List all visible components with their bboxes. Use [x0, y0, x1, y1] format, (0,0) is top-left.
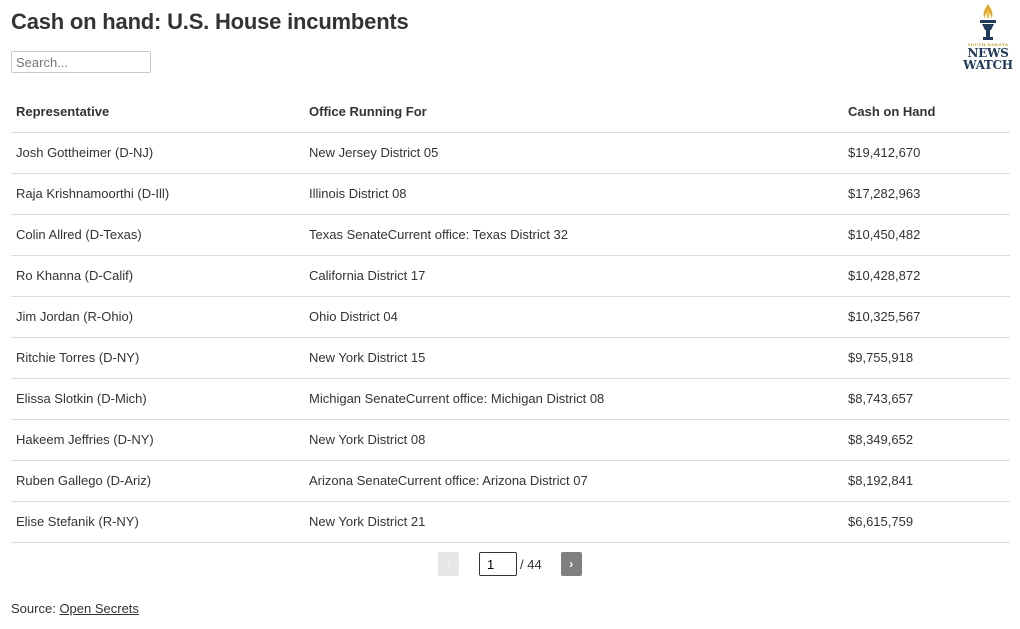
cell-office: Ohio District 04: [304, 296, 843, 338]
news-watch-logo: SOUTH DAKOTA NEWS WATCH: [960, 3, 1016, 75]
cell-office: Michigan SenateCurrent office: Michigan …: [304, 378, 843, 420]
cell-representative: Raja Krishnamoorthi (D-Ill): [11, 173, 304, 215]
cell-representative: Ruben Gallego (D-Ariz): [11, 460, 304, 502]
cell-representative: Elissa Slotkin (D-Mich): [11, 378, 304, 420]
table-row: Ro Khanna (D-Calif) California District …: [11, 255, 1010, 297]
cell-cash: $10,428,872: [843, 255, 1010, 297]
cell-representative: Hakeem Jeffries (D-NY): [11, 419, 304, 461]
cell-office: New York District 21: [304, 501, 843, 543]
table-row: Josh Gottheimer (D-NJ) New Jersey Distri…: [11, 132, 1010, 174]
cell-representative: Colin Allred (D-Texas): [11, 214, 304, 256]
cell-cash: $8,349,652: [843, 419, 1010, 461]
torch-icon: [980, 4, 996, 40]
table-row: Elise Stefanik (R-NY) New York District …: [11, 501, 1010, 543]
table-row: Colin Allred (D-Texas) Texas SenateCurre…: [11, 214, 1010, 256]
cell-cash: $8,743,657: [843, 378, 1010, 420]
table-row: Ruben Gallego (D-Ariz) Arizona SenateCur…: [11, 460, 1010, 502]
cell-cash: $9,755,918: [843, 337, 1010, 379]
page-number-input[interactable]: [479, 552, 517, 576]
source-label: Source:: [11, 601, 56, 616]
header-representative[interactable]: Representative: [11, 92, 304, 133]
cell-office: New York District 15: [304, 337, 843, 379]
next-page-button[interactable]: ›: [560, 552, 582, 576]
cash-table: Representative Office Running For Cash o…: [11, 92, 1010, 543]
cell-representative: Jim Jordan (R-Ohio): [11, 296, 304, 338]
cell-cash: $8,192,841: [843, 460, 1010, 502]
header-office[interactable]: Office Running For: [304, 92, 843, 133]
source-note: Source: Open Secrets: [11, 601, 139, 616]
cell-office: New Jersey District 05: [304, 132, 843, 174]
cell-office: Arizona SenateCurrent office: Arizona Di…: [304, 460, 843, 502]
cell-cash: $10,450,482: [843, 214, 1010, 256]
cell-representative: Josh Gottheimer (D-NJ): [11, 132, 304, 174]
table-header-row: Representative Office Running For Cash o…: [11, 92, 1010, 133]
pagination: ‹ / 44 ›: [438, 552, 582, 576]
table-row: Hakeem Jeffries (D-NY) New York District…: [11, 419, 1010, 461]
table-row: Ritchie Torres (D-NY) New York District …: [11, 337, 1010, 379]
prev-page-button[interactable]: ‹: [438, 552, 459, 576]
table-row: Jim Jordan (R-Ohio) Ohio District 04 $10…: [11, 296, 1010, 338]
cell-representative: Ritchie Torres (D-NY): [11, 337, 304, 379]
cell-representative: Ro Khanna (D-Calif): [11, 255, 304, 297]
cell-office: California District 17: [304, 255, 843, 297]
table-row: Raja Krishnamoorthi (D-Ill) Illinois Dis…: [11, 173, 1010, 215]
page-title: Cash on hand: U.S. House incumbents: [11, 9, 409, 34]
cell-representative: Elise Stefanik (R-NY): [11, 501, 304, 543]
source-link[interactable]: Open Secrets: [59, 601, 139, 616]
table-row: Elissa Slotkin (D-Mich) Michigan SenateC…: [11, 378, 1010, 420]
logo-watch: WATCH: [963, 58, 1013, 72]
cell-office: New York District 08: [304, 419, 843, 461]
cell-cash: $19,412,670: [843, 132, 1010, 174]
cell-cash: $10,325,567: [843, 296, 1010, 338]
cell-cash: $6,615,759: [843, 501, 1010, 543]
cell-cash: $17,282,963: [843, 173, 1010, 215]
page-total: / 44: [520, 556, 542, 572]
search-input[interactable]: [11, 51, 151, 73]
header-cash[interactable]: Cash on Hand: [843, 92, 1010, 133]
cell-office: Illinois District 08: [304, 173, 843, 215]
cell-office: Texas SenateCurrent office: Texas Distri…: [304, 214, 843, 256]
